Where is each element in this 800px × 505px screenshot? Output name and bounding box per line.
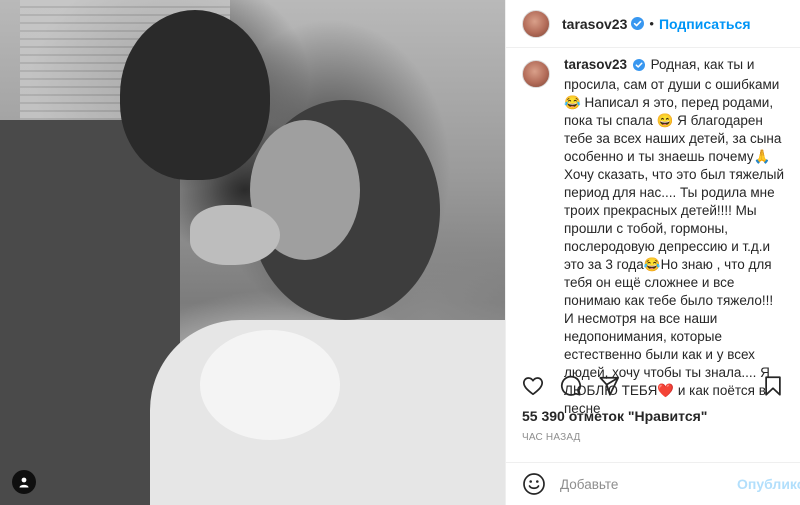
publish-button[interactable]: Опубликовать xyxy=(737,476,800,492)
follow-button[interactable]: Подписаться xyxy=(659,16,751,32)
caption-row: tarasov23 Родная, как ты и просила, сам … xyxy=(522,56,784,418)
post-timestamp[interactable]: ЧАС НАЗАД xyxy=(522,432,581,443)
action-bar xyxy=(506,372,800,400)
heart-icon[interactable] xyxy=(522,375,544,397)
caption-body: Родная, как ты и просила, сам от души с … xyxy=(564,57,785,416)
photo-man-head xyxy=(120,10,270,180)
paper-plane-icon[interactable] xyxy=(598,375,620,397)
caption-text: tarasov23 Родная, как ты и просила, сам … xyxy=(564,56,784,418)
comment-bar: Опубликовать xyxy=(506,462,800,505)
verified-badge-icon xyxy=(631,17,645,30)
photo-hand xyxy=(190,205,280,265)
post-photo[interactable] xyxy=(0,0,505,505)
comment-input[interactable] xyxy=(560,476,737,492)
photo-baby xyxy=(200,330,340,440)
author-avatar[interactable] xyxy=(522,9,550,38)
caption-verified-badge-icon xyxy=(632,58,645,76)
caption-area: tarasov23 Родная, как ты и просила, сам … xyxy=(506,56,800,416)
likes-count[interactable]: 55 390 отметок "Нравится" xyxy=(522,408,707,424)
header-separator: • xyxy=(649,16,654,31)
post-side-panel: tarasov23 • Подписаться tarasov23 Родная… xyxy=(505,0,800,505)
bookmark-icon[interactable] xyxy=(762,375,784,397)
post-header: tarasov23 • Подписаться xyxy=(506,0,800,48)
user-tag-icon[interactable] xyxy=(12,470,36,494)
caption-avatar[interactable] xyxy=(522,60,550,88)
author-username[interactable]: tarasov23 xyxy=(562,16,627,32)
caption-username[interactable]: tarasov23 xyxy=(564,57,627,72)
smiley-icon[interactable] xyxy=(522,472,546,496)
comment-icon[interactable] xyxy=(560,375,582,397)
